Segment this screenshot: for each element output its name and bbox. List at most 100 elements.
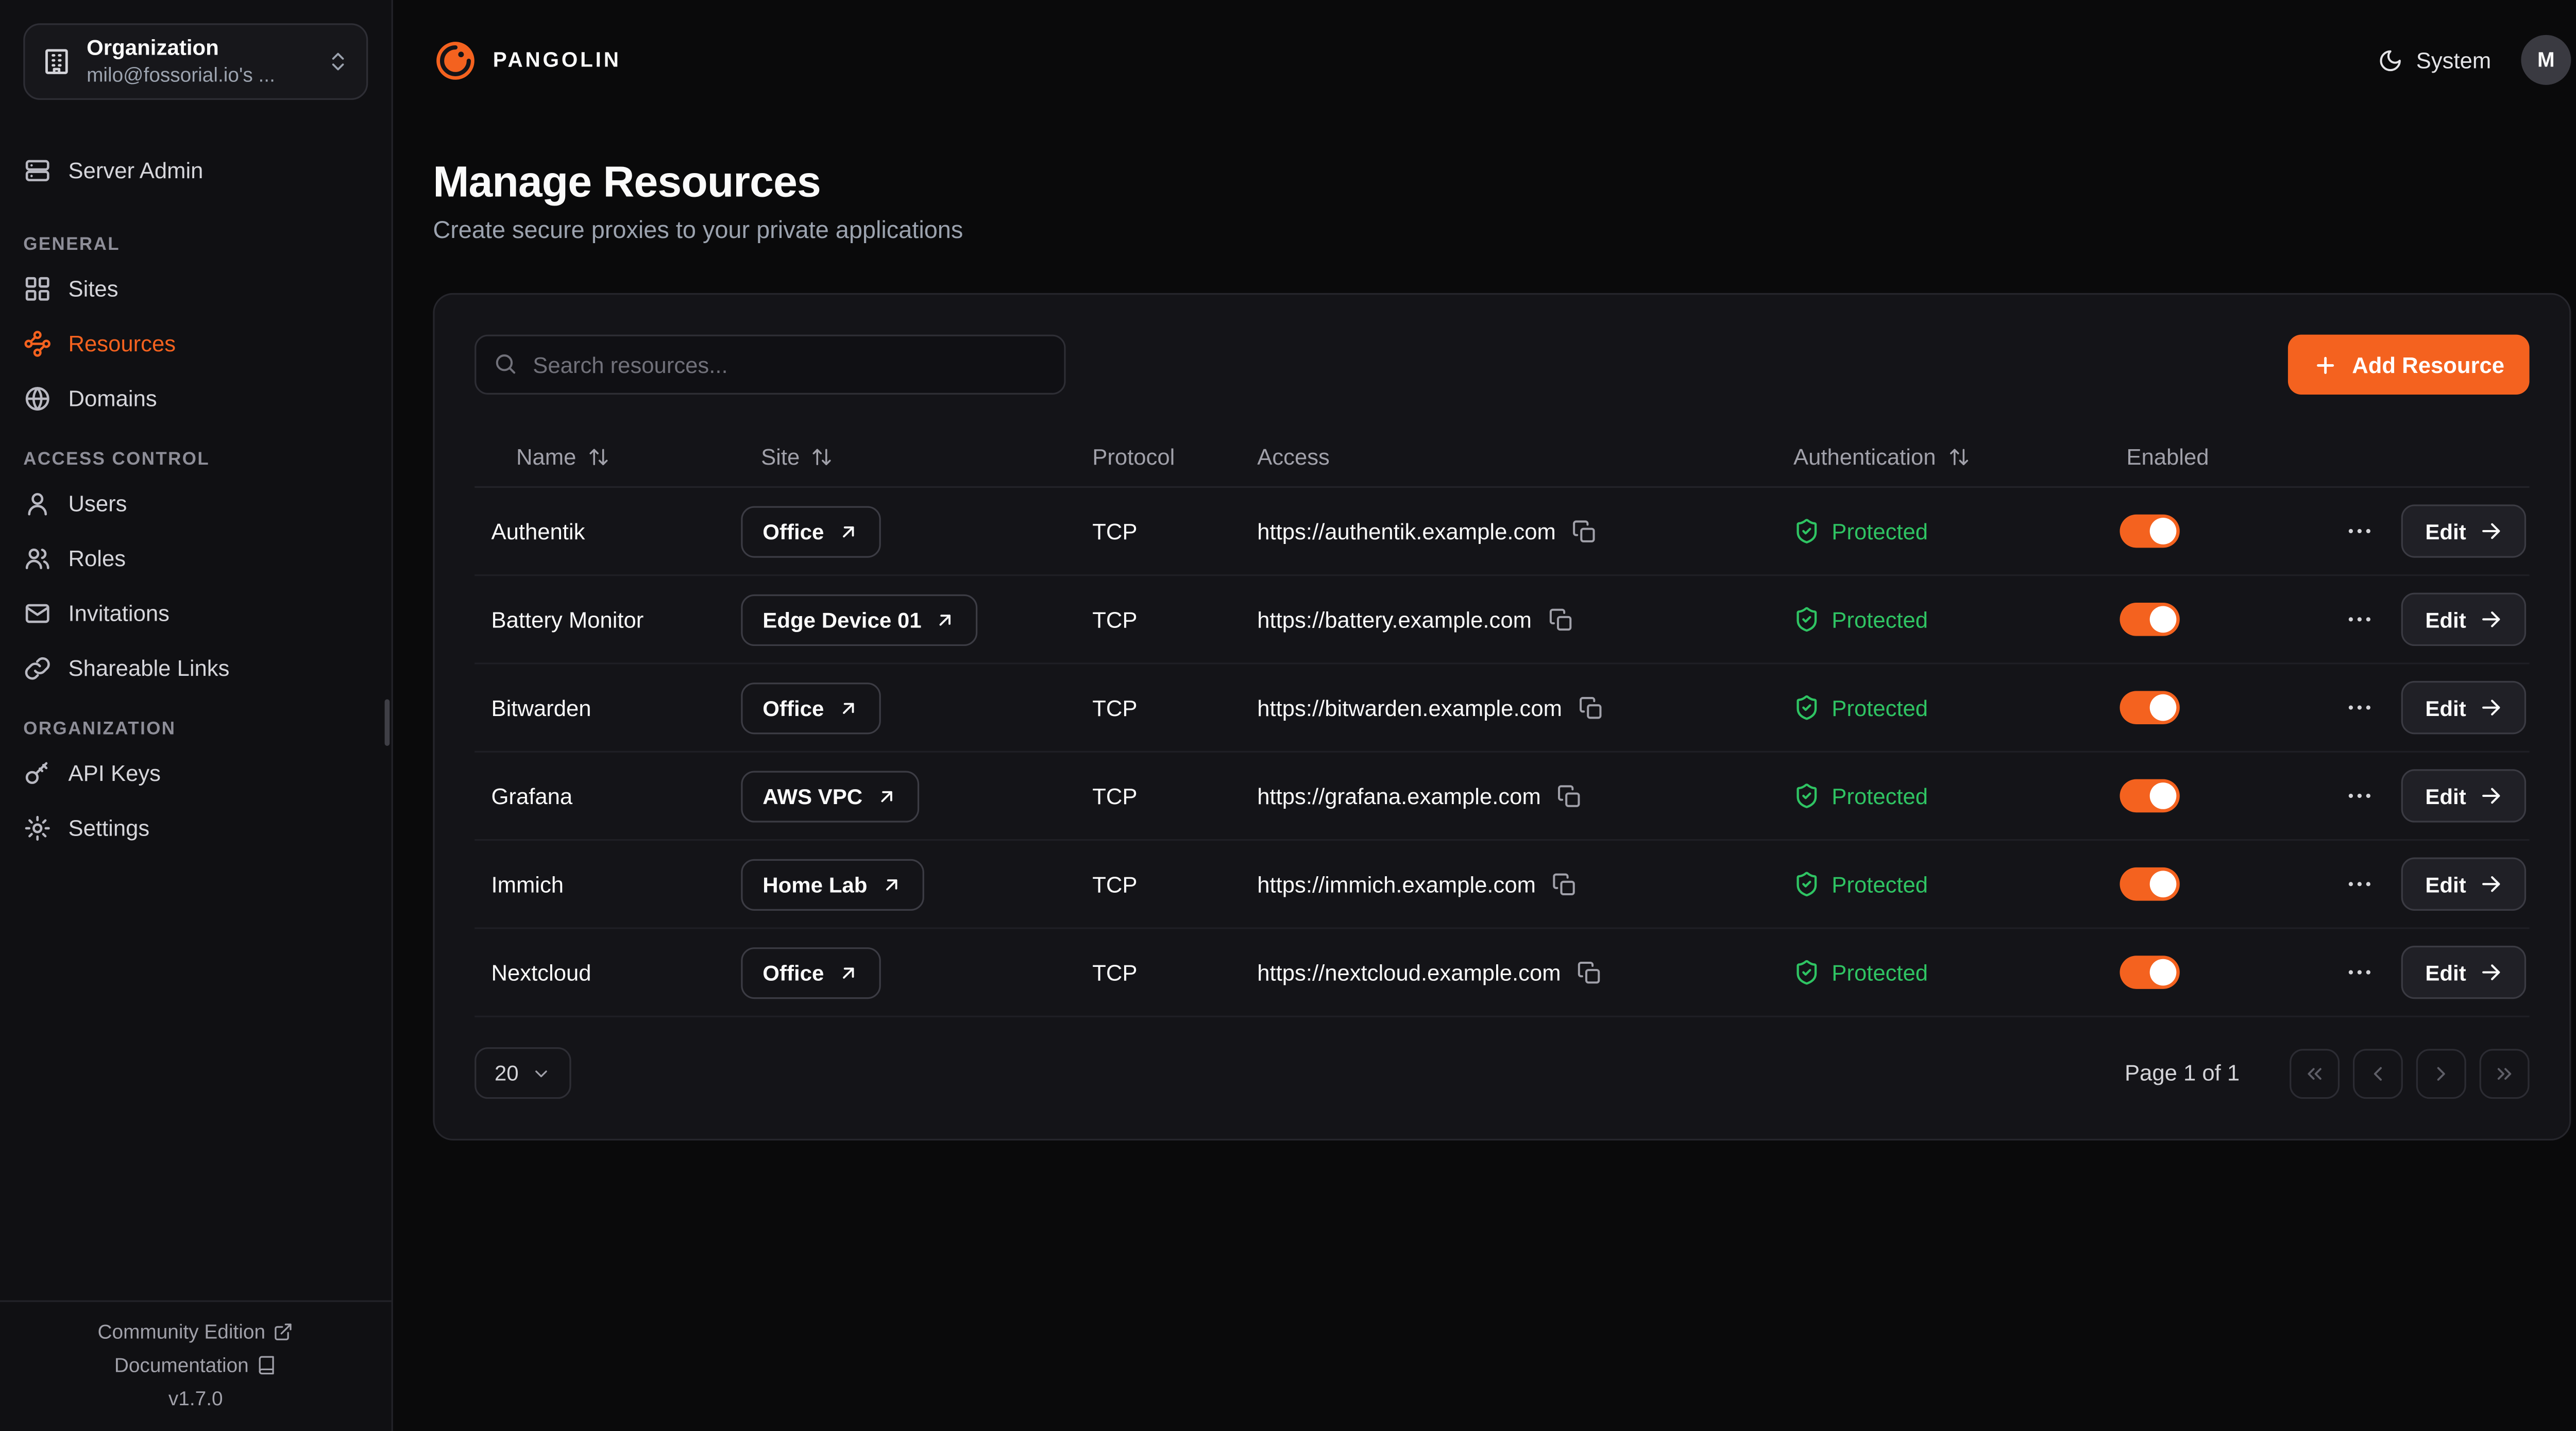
site-link-button[interactable]: AWS VPC	[741, 770, 919, 822]
site-link-button[interactable]: Home Lab	[741, 858, 924, 910]
site-link-button[interactable]: Office	[741, 946, 880, 998]
access-cell: https://immich.example.com	[1252, 872, 1793, 896]
theme-toggle-button[interactable]: System	[2378, 47, 2491, 72]
arrow-up-right-icon	[935, 608, 956, 630]
sidebar-item[interactable]: Roles	[0, 531, 392, 586]
shield-check-icon	[1793, 606, 1820, 633]
sidebar-item[interactable]: Users	[0, 476, 392, 531]
avatar[interactable]: M	[2521, 35, 2571, 85]
edit-button[interactable]: Edit	[2402, 681, 2526, 734]
column-header-site[interactable]: Site	[741, 444, 1086, 468]
authentication-cell: Protected	[1793, 959, 2110, 986]
column-header-name[interactable]: Name	[474, 444, 741, 468]
sidebar-item[interactable]: Settings	[0, 801, 392, 856]
chevron-left-icon	[2366, 1061, 2389, 1084]
resource-name: Bitwarden	[474, 695, 741, 720]
table-header: Name Site Protocol Access	[474, 426, 2529, 488]
edit-button[interactable]: Edit	[2402, 946, 2526, 999]
resource-protocol: TCP	[1086, 607, 1252, 632]
table-row: Authentik Office TCP https://authent	[474, 488, 2529, 576]
page-size-select[interactable]: 20	[474, 1047, 572, 1099]
enabled-toggle[interactable]	[2120, 603, 2179, 636]
next-page-button[interactable]	[2416, 1048, 2466, 1098]
table-row: Immich Home Lab TCP https://immich.e	[474, 841, 2529, 929]
access-cell: https://authentik.example.com	[1252, 519, 1793, 543]
copy-icon[interactable]	[1578, 960, 1602, 984]
building-icon	[42, 46, 72, 76]
sidebar-item-server-admin[interactable]: Server Admin	[0, 143, 392, 198]
edit-button[interactable]: Edit	[2402, 593, 2526, 646]
copy-icon[interactable]	[1552, 872, 1577, 896]
toggle-knob	[2150, 606, 2177, 633]
sidebar-item[interactable]: Sites	[0, 261, 392, 316]
site-link-button[interactable]: Office	[741, 682, 880, 734]
row-menu-button[interactable]	[2345, 516, 2375, 546]
row-menu-button[interactable]	[2345, 869, 2375, 899]
table-row: Nextcloud Office TCP https://nextclo	[474, 929, 2529, 1017]
enabled-toggle[interactable]	[2120, 515, 2179, 548]
app-version: v1.7.0	[168, 1386, 223, 1409]
sidebar-item-label: Server Admin	[69, 159, 204, 182]
chevrons-left-icon	[2303, 1061, 2326, 1084]
authentication-cell: Protected	[1793, 782, 2110, 809]
community-edition-link[interactable]: Community Edition	[98, 1319, 294, 1342]
enabled-toggle[interactable]	[2120, 779, 2179, 813]
enabled-toggle[interactable]	[2120, 867, 2179, 901]
prev-page-button[interactable]	[2353, 1048, 2403, 1098]
first-page-button[interactable]	[2290, 1048, 2340, 1098]
row-actions: Edit	[2326, 769, 2529, 822]
site-cell: Office	[741, 682, 1086, 734]
column-header-protocol: Protocol	[1086, 444, 1252, 468]
column-header-authentication[interactable]: Authentication	[1793, 444, 2110, 468]
sidebar-item-label: Domains	[69, 387, 157, 410]
site-link-button[interactable]: Edge Device 01	[741, 593, 978, 645]
row-menu-button[interactable]	[2345, 693, 2375, 723]
edit-button[interactable]: Edit	[2402, 858, 2526, 911]
user-icon	[23, 489, 52, 518]
sidebar-item[interactable]: API Keys	[0, 746, 392, 801]
section-label-access-control: ACCESS CONTROL	[0, 426, 392, 476]
copy-icon[interactable]	[1548, 607, 1573, 632]
sidebar-item-label: Users	[69, 492, 127, 515]
authentication-cell: Protected	[1793, 694, 2110, 721]
resource-name: Battery Monitor	[474, 607, 741, 632]
sidebar-scrollbar[interactable]	[385, 699, 390, 745]
enabled-toggle[interactable]	[2120, 691, 2179, 724]
edit-button[interactable]: Edit	[2402, 769, 2526, 822]
enabled-cell	[2110, 956, 2326, 989]
site-cell: AWS VPC	[741, 770, 1086, 822]
site-link-button[interactable]: Office	[741, 505, 880, 557]
search-input[interactable]	[474, 335, 1065, 395]
chevron-right-icon	[2430, 1061, 2453, 1084]
row-menu-button[interactable]	[2345, 781, 2375, 811]
topbar: PANGOLIN System M	[393, 0, 2576, 120]
edit-button[interactable]: Edit	[2402, 504, 2526, 557]
main-area: PANGOLIN System M Manage Resources Creat…	[393, 0, 2576, 1431]
last-page-button[interactable]	[2480, 1048, 2530, 1098]
sidebar-item[interactable]: Domains	[0, 371, 392, 427]
documentation-link[interactable]: Documentation	[114, 1353, 277, 1376]
authentication-status: Protected	[1832, 783, 1928, 808]
add-resource-button[interactable]: Add Resource	[2289, 335, 2529, 395]
row-menu-button[interactable]	[2345, 957, 2375, 987]
row-menu-button[interactable]	[2345, 604, 2375, 634]
copy-icon[interactable]	[1579, 695, 1603, 720]
theme-label: System	[2416, 47, 2491, 72]
sidebar-item[interactable]: Shareable Links	[0, 641, 392, 696]
sidebar-item[interactable]: Invitations	[0, 586, 392, 641]
copy-icon[interactable]	[1572, 519, 1597, 543]
sidebar-footer: Community Edition Documentation v1.7.0	[0, 1300, 392, 1431]
sidebar-item[interactable]: Resources	[0, 316, 392, 371]
row-actions: Edit	[2326, 504, 2529, 557]
resource-name: Authentik	[474, 519, 741, 543]
resource-name: Grafana	[474, 783, 741, 808]
table-body: Authentik Office TCP https://authent	[474, 488, 2529, 1017]
copy-icon[interactable]	[1557, 783, 1582, 808]
shield-check-icon	[1793, 782, 1820, 809]
access-cell: https://battery.example.com	[1252, 607, 1793, 632]
arrow-up-right-icon	[876, 785, 897, 807]
org-selector[interactable]: Organization milo@fossorial.io's ...	[23, 23, 368, 100]
table-row: Grafana AWS VPC TCP https://grafana.	[474, 753, 2529, 841]
authentication-cell: Protected	[1793, 606, 2110, 633]
enabled-toggle[interactable]	[2120, 956, 2179, 989]
